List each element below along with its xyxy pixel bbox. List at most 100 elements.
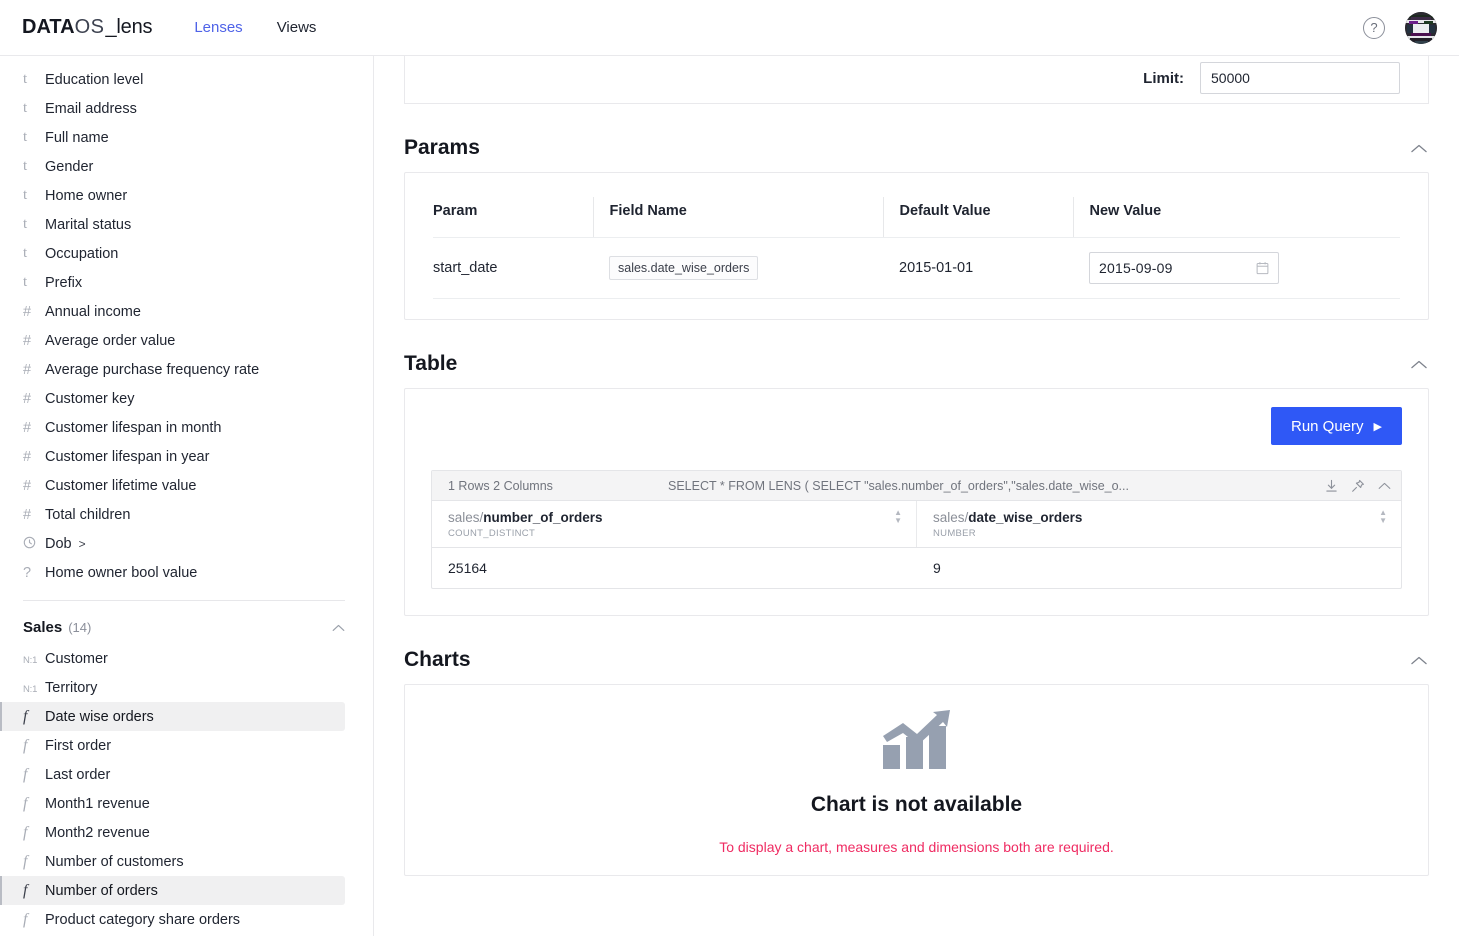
string-type-icon: t	[23, 245, 28, 261]
app-logo[interactable]: DATA OS _lens	[22, 16, 153, 39]
number-type-icon: #	[23, 361, 32, 378]
sidebar-item-customer-lifespan-in-month[interactable]: # Customer lifespan in month	[0, 413, 373, 442]
charts-panel: Chart is not available To display a char…	[404, 684, 1429, 876]
param-field-chip: sales.date_wise_orders	[609, 256, 759, 280]
sidebar-item-label: Gender	[45, 158, 94, 175]
sidebar-item-occupation[interactable]: t Occupation	[0, 239, 373, 268]
params-section-header: Params	[404, 136, 1429, 160]
sidebar-item-label: Month2 revenue	[45, 824, 150, 841]
sidebar-item-number-of-customers[interactable]: f Number of customers	[0, 847, 373, 876]
chart-unavailable-message: Chart is not available	[810, 793, 1023, 816]
sidebar-item-gender[interactable]: t Gender	[0, 152, 373, 181]
string-type-icon: t	[23, 158, 28, 174]
fields-sidebar[interactable]: t Education level t Email address t Full…	[0, 56, 374, 936]
table-title: Table	[404, 352, 458, 375]
run-query-button[interactable]: Run Query ▶	[1270, 407, 1402, 445]
sidebar-item-label: Average purchase frequency rate	[45, 361, 260, 378]
measure-function-icon: f	[23, 794, 28, 812]
sidebar-item-product-category-share-orders[interactable]: f Product category share orders	[0, 905, 373, 934]
result-column-type: NUMBER	[933, 528, 976, 539]
sidebar-item-education-level[interactable]: t Education level	[0, 65, 373, 94]
run-query-label: Run Query	[1290, 417, 1364, 435]
sidebar-item-label: Number of customers	[45, 853, 184, 870]
sidebar-item-label: Month1 revenue	[45, 795, 150, 812]
download-icon[interactable]	[1325, 479, 1338, 493]
sidebar-item-label: Product category share orders	[45, 911, 241, 928]
calendar-icon[interactable]	[1256, 261, 1269, 275]
primary-nav: Lenses Views	[192, 15, 318, 40]
charts-collapse-chevron-up-icon[interactable]	[1411, 652, 1427, 669]
result-column-name: date_wise_orders	[968, 510, 1083, 525]
result-column-type: COUNT_DISTINCT	[448, 528, 536, 539]
sidebar-item-label: Email address	[45, 100, 137, 117]
string-type-icon: t	[23, 129, 28, 145]
params-col-default-value: Default Value	[882, 197, 1073, 238]
sidebar-divider	[23, 600, 345, 601]
sidebar-item-marital-status[interactable]: t Marital status	[0, 210, 373, 239]
sidebar-group-sales[interactable]: Sales (14)	[0, 610, 373, 644]
pin-icon[interactable]	[1351, 479, 1365, 493]
param-default-value: 2015-01-01	[883, 237, 1073, 299]
result-cell-number-of-orders: 25164	[448, 560, 487, 576]
chevron-up-icon[interactable]	[1378, 482, 1391, 490]
sidebar-item-last-order[interactable]: f Last order	[0, 760, 373, 789]
limit-label: Limit:	[1143, 69, 1184, 87]
logo-text-data: DATA	[22, 16, 75, 38]
sidebar-item-annual-income[interactable]: # Annual income	[0, 297, 373, 326]
main-content: Limit: Params Param Field Name Default V…	[374, 56, 1459, 936]
relation-icon: N:1	[23, 683, 38, 695]
string-type-icon: t	[23, 274, 28, 290]
sidebar-item-label: Occupation	[45, 245, 119, 262]
result-column-number-of-orders[interactable]: sales/number_of_orders COUNT_DISTINCT ▲ ▼	[432, 501, 916, 547]
chevron-up-icon[interactable]	[332, 620, 345, 635]
boolean-type-icon: ?	[23, 564, 32, 581]
chevron-right-icon[interactable]: >	[79, 537, 86, 551]
avatar[interactable]	[1405, 11, 1437, 44]
sort-toggle-icon[interactable]: ▲ ▼	[894, 509, 902, 525]
sidebar-item-month2-revenue[interactable]: f Month2 revenue	[0, 818, 373, 847]
result-column-name: number_of_orders	[483, 510, 603, 525]
params-collapse-chevron-up-icon[interactable]	[1411, 140, 1427, 157]
nav-item-lenses[interactable]: Lenses	[192, 15, 244, 40]
sidebar-item-label: Prefix	[45, 274, 83, 291]
param-new-value-datepicker[interactable]: 2015-09-09	[1089, 252, 1279, 284]
sidebar-item-home-owner-bool-value[interactable]: ? Home owner bool value	[0, 558, 373, 587]
logo-text-lens: _lens	[105, 16, 153, 38]
sidebar-item-home-owner[interactable]: t Home owner	[0, 181, 373, 210]
sidebar-item-first-order[interactable]: f First order	[0, 731, 373, 760]
sidebar-item-average-purchase-frequency-rate[interactable]: # Average purchase frequency rate	[0, 355, 373, 384]
result-rows-summary: 1 Rows 2 Columns	[448, 478, 553, 493]
table-row: 25164 9	[432, 548, 1401, 588]
limit-row: Limit:	[1143, 62, 1400, 94]
table-collapse-chevron-up-icon[interactable]	[1411, 356, 1427, 373]
sort-toggle-icon[interactable]: ▲ ▼	[1379, 509, 1387, 525]
string-type-icon: t	[23, 100, 28, 116]
result-column-date-wise-orders[interactable]: sales/date_wise_orders NUMBER ▲ ▼	[916, 501, 1401, 547]
sidebar-item-customer[interactable]: N:1 Customer	[0, 644, 373, 673]
sidebar-item-average-order-value[interactable]: # Average order value	[0, 326, 373, 355]
sidebar-item-territory[interactable]: N:1 Territory	[0, 673, 373, 702]
sidebar-item-label: Home owner	[45, 187, 128, 204]
sidebar-item-customer-key[interactable]: # Customer key	[0, 384, 373, 413]
table-row: start_date sales.date_wise_orders 2015-0…	[433, 237, 1400, 299]
sidebar-item-dob[interactable]: Dob >	[0, 529, 373, 558]
sidebar-item-total-children[interactable]: # Total children	[0, 500, 373, 529]
sidebar-item-prefix[interactable]: t Prefix	[0, 268, 373, 297]
measure-function-icon: f	[23, 881, 28, 899]
sidebar-item-customer-lifespan-in-year[interactable]: # Customer lifespan in year	[0, 442, 373, 471]
limit-input[interactable]	[1200, 62, 1400, 94]
help-icon[interactable]: ?	[1363, 16, 1385, 39]
sidebar-item-month1-revenue[interactable]: f Month1 revenue	[0, 789, 373, 818]
table-section-header: Table	[404, 352, 1429, 376]
string-type-icon: t	[23, 71, 28, 87]
params-table: Param Field Name Default Value New Value…	[433, 197, 1400, 299]
sidebar-item-full-name[interactable]: t Full name	[0, 123, 373, 152]
nav-item-views[interactable]: Views	[275, 15, 319, 40]
sidebar-item-label: Marital status	[45, 216, 132, 233]
sidebar-item-label: Full name	[45, 129, 109, 146]
sidebar-item-date-wise-orders[interactable]: f Date wise orders	[0, 702, 345, 731]
sidebar-item-label: Dob	[45, 535, 72, 552]
sidebar-item-number-of-orders[interactable]: f Number of orders	[0, 876, 345, 905]
sidebar-item-email-address[interactable]: t Email address	[0, 94, 373, 123]
sidebar-item-customer-lifetime-value[interactable]: # Customer lifetime value	[0, 471, 373, 500]
